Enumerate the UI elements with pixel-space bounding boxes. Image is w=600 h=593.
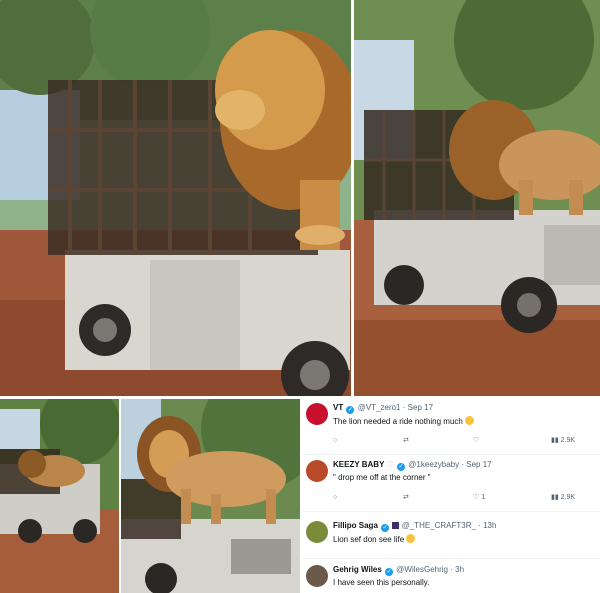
photo-lion-on-truck-side: [354, 0, 600, 396]
tweet-text: The lion needed a ride nothing much: [333, 416, 474, 427]
handle[interactable]: @_THE_CRAFT3R_: [402, 521, 476, 530]
crying-laughing-emoji-icon: [464, 416, 474, 425]
tweet-reply[interactable]: KEEZY BABY ♡ ✓ @1keezybaby · Sep 17 " dr…: [302, 456, 600, 510]
crying-laughing-emoji-icon: [406, 534, 416, 543]
heart-icon[interactable]: ♡: [473, 436, 479, 446]
display-name[interactable]: Fillipo Saga: [333, 521, 378, 530]
tweet-text: Lion sef don see life: [333, 534, 416, 545]
heart-emoji-icon: ♡: [386, 460, 394, 469]
photo-truck-wide-shot: [0, 399, 119, 593]
display-name[interactable]: KEEZY BABY: [333, 460, 384, 469]
display-name[interactable]: VT: [333, 403, 343, 412]
tweet-reply[interactable]: Gehrig Wiles ✓ @WilesGehrig · 3h I have …: [302, 561, 600, 593]
handle[interactable]: @VT_zero1: [358, 403, 401, 412]
tweet-text: " drop me off at the corner ": [333, 473, 431, 482]
divider: [302, 558, 600, 559]
reply-icon[interactable]: ○: [333, 436, 337, 446]
verified-badge-icon: ✓: [397, 463, 406, 471]
verified-badge-icon: ✓: [381, 524, 390, 532]
tweet-reply[interactable]: VT ✓ @VT_zero1 · Sep 17 The lion needed …: [302, 399, 600, 453]
tweet-actions: ○ ⇄ ♡ 1 ▮▮ 2.9K: [333, 493, 593, 503]
views-icon[interactable]: ▮▮ 2.9K: [551, 436, 575, 446]
tweet-reply[interactable]: Fillipo Saga ✓ @_THE_CRAFT3R_ · 13h Lion…: [302, 517, 600, 555]
tweet-date[interactable]: 3h: [455, 565, 464, 574]
like-count: 1: [481, 494, 486, 501]
heart-icon[interactable]: ♡ 1: [473, 493, 485, 503]
avatar[interactable]: [306, 521, 328, 543]
handle[interactable]: @1keezybaby: [408, 460, 459, 469]
tweet-date[interactable]: Sep 17: [466, 460, 491, 469]
views-icon[interactable]: ▮▮ 2.9K: [551, 493, 575, 503]
divider: [302, 454, 600, 455]
verified-badge-icon: ✓: [346, 406, 355, 414]
flag-icon: [392, 522, 400, 529]
tweet-date[interactable]: Sep 17: [408, 403, 433, 412]
tweet-actions: ○ ⇄ ♡ ▮▮ 2.9K: [333, 436, 593, 446]
retweet-icon[interactable]: ⇄: [403, 493, 409, 503]
retweet-icon[interactable]: ⇄: [403, 436, 409, 446]
view-count: 2.9K: [560, 437, 576, 444]
avatar[interactable]: [306, 403, 328, 425]
tweet-header: VT ✓ @VT_zero1 · Sep 17: [333, 403, 434, 414]
view-count: 2.9K: [560, 494, 576, 501]
photo-lion-standing-on-truck: [121, 399, 300, 593]
tweet-text: I have seen this personally.: [333, 578, 430, 587]
tweet-date[interactable]: 13h: [483, 521, 496, 530]
avatar[interactable]: [306, 565, 328, 587]
handle[interactable]: @WilesGehrig: [396, 565, 448, 574]
avatar[interactable]: [306, 460, 328, 482]
verified-badge-icon: ✓: [385, 568, 394, 576]
tweet-replies-panel: VT ✓ @VT_zero1 · Sep 17 The lion needed …: [302, 399, 600, 593]
display-name[interactable]: Gehrig Wiles: [333, 565, 382, 574]
tweet-header: Fillipo Saga ✓ @_THE_CRAFT3R_ · 13h: [333, 521, 497, 532]
tweet-header: KEEZY BABY ♡ ✓ @1keezybaby · Sep 17: [333, 460, 492, 471]
tweet-header: Gehrig Wiles ✓ @WilesGehrig · 3h: [333, 565, 465, 576]
reply-icon[interactable]: ○: [333, 493, 337, 503]
divider: [302, 511, 600, 512]
photo-lion-on-truck-closeup: [0, 0, 351, 396]
